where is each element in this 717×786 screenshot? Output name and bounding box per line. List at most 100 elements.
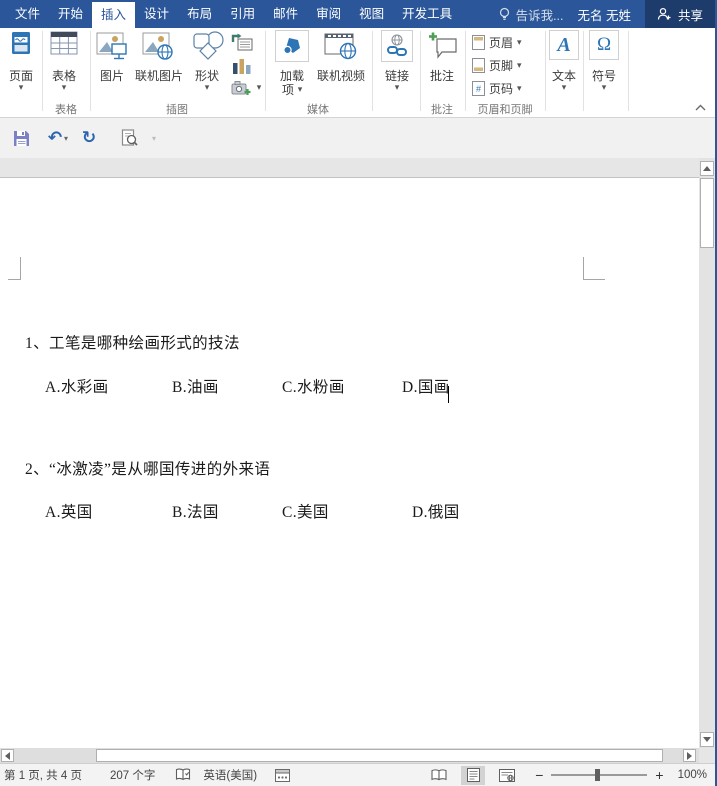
text-cursor — [448, 386, 449, 403]
zoom-slider[interactable] — [551, 769, 648, 781]
tab-insert[interactable]: 插入 — [92, 2, 136, 28]
document-area: 1、工笔是哪种绘画形式的技法 A.水彩画 B.油画 C.水粉画 D.国画 2、“… — [0, 158, 717, 763]
chart-icon — [233, 59, 251, 74]
group-separator — [265, 31, 266, 111]
option-d[interactable]: D.俄国 — [412, 500, 460, 522]
titlebar-right: 告诉我... 无名 无姓 共享 — [498, 0, 717, 28]
status-bar: 第 1 页, 共 4 页 207 个字 英语(美国) − + 100% — [0, 763, 717, 786]
scroll-right-icon — [687, 751, 692, 760]
save-button[interactable] — [8, 125, 34, 151]
question-1[interactable]: 1、工笔是哪种绘画形式的技法 — [25, 331, 240, 353]
tab-mailings[interactable]: 邮件 — [264, 0, 307, 28]
share-label: 共享 — [677, 8, 703, 23]
group-label-comments: 批注 — [431, 104, 453, 116]
web-layout-button[interactable] — [495, 766, 519, 785]
picture-label: 图片 — [99, 69, 125, 83]
tab-layout[interactable]: 布局 — [178, 0, 221, 28]
links-iconbox — [381, 30, 413, 62]
collapse-ribbon-button[interactable] — [692, 100, 708, 114]
language-indicator[interactable]: 英语(美国) — [203, 767, 257, 783]
scroll-down-button[interactable] — [700, 732, 714, 747]
zoom-in-button[interactable]: + — [655, 768, 663, 782]
zoom-out-button[interactable]: − — [535, 768, 543, 782]
redo-button[interactable]: ↻ — [76, 125, 102, 151]
group-label-illustrations: 插图 — [166, 104, 188, 116]
footer-button[interactable]: 页脚 ▾ — [472, 57, 522, 74]
tab-review[interactable]: 审阅 — [307, 0, 350, 28]
option-c[interactable]: C.水粉画 — [282, 375, 345, 397]
group-label-header-footer: 页眉和页脚 — [477, 104, 533, 116]
scroll-up-button[interactable] — [700, 161, 714, 176]
qat-customize-icon[interactable]: ▾ — [152, 134, 156, 143]
tab-file[interactable]: 文件 — [6, 0, 49, 28]
option-b[interactable]: B.法国 — [172, 500, 219, 522]
zoom-level[interactable]: 100% — [678, 769, 707, 781]
macro-record-button[interactable] — [275, 768, 291, 782]
vertical-scrollbar-thumb[interactable] — [700, 178, 714, 248]
chevron-down-icon: ▾ — [517, 83, 522, 93]
redo-icon: ↻ — [81, 128, 97, 148]
share-person-icon — [657, 7, 671, 20]
print-preview-icon — [121, 129, 138, 146]
chevron-down-icon: ▾ — [204, 82, 210, 92]
horizontal-scrollbar-thumb[interactable] — [96, 749, 663, 762]
page-number-button[interactable]: # 页码 ▾ — [472, 80, 522, 97]
tab-design[interactable]: 设计 — [135, 0, 178, 28]
print-preview-button[interactable] — [116, 125, 142, 151]
option-a[interactable]: A.水彩画 — [45, 375, 109, 397]
collapse-chevron-icon — [695, 104, 705, 110]
proofing-status-button[interactable] — [175, 768, 191, 782]
title-bar: 文件 开始 插入 设计 布局 引用 邮件 审阅 视图 开发工具 告诉我... 无… — [0, 0, 717, 28]
addins-label-line2: 项 — [281, 83, 295, 97]
footer-label: 页脚 — [489, 59, 514, 73]
comment-icon — [429, 32, 457, 59]
zoom-slider-handle[interactable] — [595, 769, 601, 781]
option-a[interactable]: A.英国 — [45, 500, 93, 522]
online-video-icon — [324, 33, 357, 60]
read-mode-icon — [431, 769, 447, 781]
read-mode-button[interactable] — [427, 766, 451, 785]
online-pictures-label: 联机图片 — [134, 69, 184, 83]
screenshot-icon — [231, 81, 251, 95]
group-separator — [372, 31, 373, 111]
scroll-down-icon — [703, 737, 711, 742]
scroll-right-button[interactable] — [683, 749, 696, 762]
tab-home[interactable]: 开始 — [49, 0, 92, 28]
group-separator — [628, 31, 629, 111]
chevron-down-icon: ▾ — [18, 82, 24, 92]
option-b[interactable]: B.油画 — [172, 375, 219, 397]
question-2[interactable]: 2、“冰激凌”是从哪国传进的外来语 — [25, 457, 270, 479]
share-button[interactable]: 共享 — [644, 0, 715, 28]
comment-label: 批注 — [429, 69, 455, 83]
group-separator — [545, 31, 546, 111]
web-layout-icon — [499, 768, 516, 782]
undo-dropdown-icon[interactable]: ▾ — [64, 134, 68, 143]
word-count[interactable]: 207 个字 — [110, 767, 155, 783]
scroll-left-button[interactable] — [1, 749, 14, 762]
tab-references[interactable]: 引用 — [221, 0, 264, 28]
smartart-icon — [231, 33, 253, 51]
option-c[interactable]: C.美国 — [282, 500, 329, 522]
page-number-icon: # — [472, 81, 485, 96]
chevron-down-icon: ▾ — [256, 82, 262, 92]
save-icon — [13, 130, 29, 146]
tell-me-box[interactable]: 告诉我... — [498, 5, 564, 24]
chevron-down-icon: ▾ — [561, 82, 567, 92]
option-d[interactable]: D.国画 — [402, 375, 450, 397]
group-label-media: 媒体 — [307, 104, 329, 116]
print-layout-button[interactable] — [461, 765, 486, 785]
scroll-up-icon — [703, 166, 711, 171]
header-button[interactable]: 页眉 ▾ — [472, 34, 522, 51]
group-separator — [465, 31, 466, 111]
link-icon — [387, 34, 407, 56]
chevron-down-icon: ▾ — [297, 84, 303, 94]
tab-developer[interactable]: 开发工具 — [393, 0, 461, 28]
chevron-down-icon: ▾ — [517, 60, 522, 70]
group-separator — [583, 31, 584, 111]
tell-me-label: 告诉我... — [515, 8, 564, 23]
chevron-down-icon: ▾ — [601, 82, 607, 92]
tab-view[interactable]: 视图 — [350, 0, 393, 28]
page-indicator[interactable]: 第 1 页, 共 4 页 — [4, 767, 82, 783]
margin-cropmark-right — [583, 257, 605, 280]
user-name[interactable]: 无名 无姓 — [578, 5, 631, 24]
